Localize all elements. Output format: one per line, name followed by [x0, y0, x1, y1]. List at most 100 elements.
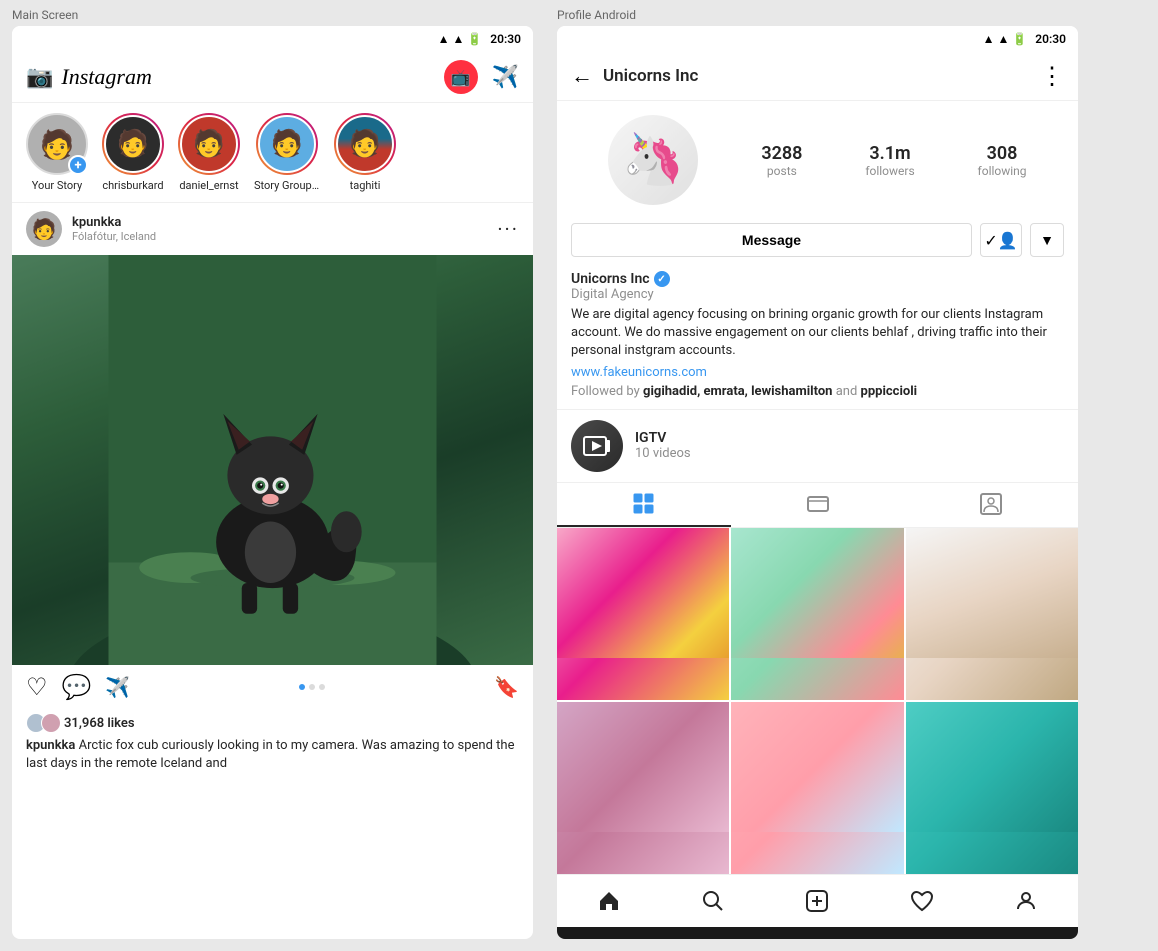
dot-1	[299, 684, 305, 690]
home-icon	[597, 889, 621, 913]
story-group-avatar-wrap: 🧑	[256, 113, 318, 175]
chevron-down-icon: ▼	[1040, 232, 1054, 249]
battery-icon: 🔋	[467, 32, 482, 46]
fox-svg	[12, 255, 533, 665]
nav-home[interactable]	[588, 885, 630, 917]
android-back-button[interactable]	[632, 937, 656, 939]
stat-posts: 3288 posts	[761, 143, 802, 178]
igtv-info: IGTV 10 videos	[635, 430, 691, 461]
igtv-avatar	[571, 420, 623, 472]
followed-by-prefix: Followed by	[571, 384, 640, 399]
tab-reels[interactable]	[731, 483, 905, 527]
android-home-button[interactable]	[805, 937, 829, 939]
bio-followed-by: Followed by gigihadid, emrata, lewishami…	[571, 384, 1064, 399]
left-screen-label: Main Screen	[0, 0, 545, 26]
post-user-avatar[interactable]: 🧑	[26, 211, 62, 247]
left-status-icons: ▲ ▲ 🔋	[438, 32, 483, 46]
bio-name: Unicorns Inc ✓	[571, 271, 1064, 287]
like-avatar-2	[41, 713, 61, 733]
story-group-avatar: 🧑	[256, 113, 318, 175]
igtv-section[interactable]: IGTV 10 videos	[557, 409, 1078, 483]
profile-more-button[interactable]: ⋮	[1040, 62, 1064, 90]
nav-heart[interactable]	[901, 885, 943, 917]
following-count: 308	[987, 143, 1018, 164]
like-avatars	[26, 713, 56, 733]
right-screen-label: Profile Android	[545, 0, 1090, 26]
like-button[interactable]: ♡	[26, 673, 48, 701]
dropdown-button[interactable]: ▼	[1030, 223, 1064, 257]
profile-username-header: Unicorns Inc	[603, 66, 698, 86]
right-battery-icon: 🔋	[1012, 32, 1027, 46]
camera-icon[interactable]: 📷	[26, 65, 53, 90]
post-header-left: 🧑 kpunkka Fólafótur, Iceland	[26, 211, 156, 247]
followed-by-last: pppiccioli	[861, 384, 918, 399]
add-story-button[interactable]: +	[68, 155, 88, 175]
left-time: 20:30	[490, 32, 521, 46]
igtv-title: IGTV	[635, 430, 691, 446]
post-info: 31,968 likes kpunkka Arctic fox cub curi…	[12, 709, 533, 781]
grid-cell-2[interactable]	[731, 528, 903, 700]
grid-cell-6[interactable]	[906, 702, 1078, 874]
bio-link[interactable]: www.fakeunicorns.com	[571, 365, 1064, 380]
grid-cell-3[interactable]	[906, 528, 1078, 700]
add-icon	[805, 889, 829, 913]
grid-cell-1[interactable]	[557, 528, 729, 700]
grid-tabs	[557, 483, 1078, 528]
share-button[interactable]: ✈️	[105, 675, 130, 699]
caption-text: Arctic fox cub curiously looking in to m…	[26, 738, 514, 771]
igtv-icon	[582, 431, 612, 461]
comment-button[interactable]: 💬	[62, 673, 92, 701]
profile-bottom-nav	[557, 874, 1078, 927]
story-chrisburkard[interactable]: 🧑 chrisburkard	[102, 113, 164, 192]
tagged-icon	[980, 493, 1002, 515]
feed-header: 📷 Instagram 📺 ✈️	[12, 52, 533, 103]
right-time: 20:30	[1035, 32, 1066, 46]
right-signal-icon: ▲	[997, 32, 1009, 46]
signal-icon: ▲	[452, 32, 464, 46]
chrisburkard-label: chrisburkard	[102, 179, 163, 192]
caption-username: kpunkka	[26, 738, 75, 753]
search-icon	[701, 889, 725, 913]
profile-avatar-col: 🦄	[608, 115, 698, 205]
save-button[interactable]: 🔖	[494, 675, 519, 699]
followed-by-suffix: and	[836, 384, 861, 399]
dot-2	[309, 684, 315, 690]
feed-header-left: 📷 Instagram	[26, 64, 152, 90]
grid-cell-4[interactable]	[557, 702, 729, 874]
following-button[interactable]: ✓👤	[980, 223, 1022, 257]
nav-add[interactable]	[796, 885, 838, 917]
post-caption: kpunkka Arctic fox cub curiously looking…	[26, 737, 519, 773]
post-actions-left: ♡ 💬 ✈️	[26, 673, 130, 701]
grid-cell-5[interactable]	[731, 702, 903, 874]
post-location: Fólafótur, Iceland	[72, 230, 156, 243]
story-group-1[interactable]: 🧑 Story Group 1	[254, 113, 320, 192]
nav-profile[interactable]	[1005, 885, 1047, 917]
stat-following: 308 following	[978, 143, 1027, 178]
tab-grid[interactable]	[557, 483, 731, 527]
android-recent-button[interactable]	[979, 937, 1003, 939]
post-more-button[interactable]: ···	[497, 217, 519, 241]
post-image	[12, 255, 533, 665]
chrisburkard-avatar-wrap: 🧑	[102, 113, 164, 175]
followed-by-users: gigihadid, emrata, lewishamilton	[643, 384, 832, 399]
post-actions: ♡ 💬 ✈️ 🔖	[12, 665, 533, 709]
story-taghiti[interactable]: 🧑 taghiti	[334, 113, 396, 192]
tab-tagged[interactable]	[904, 483, 1078, 527]
post-photo	[12, 255, 533, 665]
taghiti-avatar: 🧑	[334, 113, 396, 175]
nav-search[interactable]	[692, 885, 734, 917]
send-icon[interactable]: ✈️	[492, 65, 519, 90]
story-your-story[interactable]: 🧑 + Your Story	[26, 113, 88, 192]
grid-icon	[633, 493, 655, 515]
message-button[interactable]: Message	[571, 223, 972, 257]
likes-count: 31,968 likes	[64, 716, 135, 731]
verified-badge: ✓	[654, 271, 670, 287]
profile-buttons: Message ✓👤 ▼	[557, 219, 1078, 267]
reels-icon	[807, 493, 829, 515]
taghiti-avatar-wrap: 🧑	[334, 113, 396, 175]
story-daniel-ernst[interactable]: 🧑 daniel_ernst	[178, 113, 240, 192]
back-button[interactable]: ←	[571, 63, 593, 89]
bio-text: We are digital agency focusing on brinin…	[571, 306, 1064, 361]
notification-button[interactable]: 📺	[444, 60, 478, 94]
display-name: Unicorns Inc	[571, 271, 650, 287]
